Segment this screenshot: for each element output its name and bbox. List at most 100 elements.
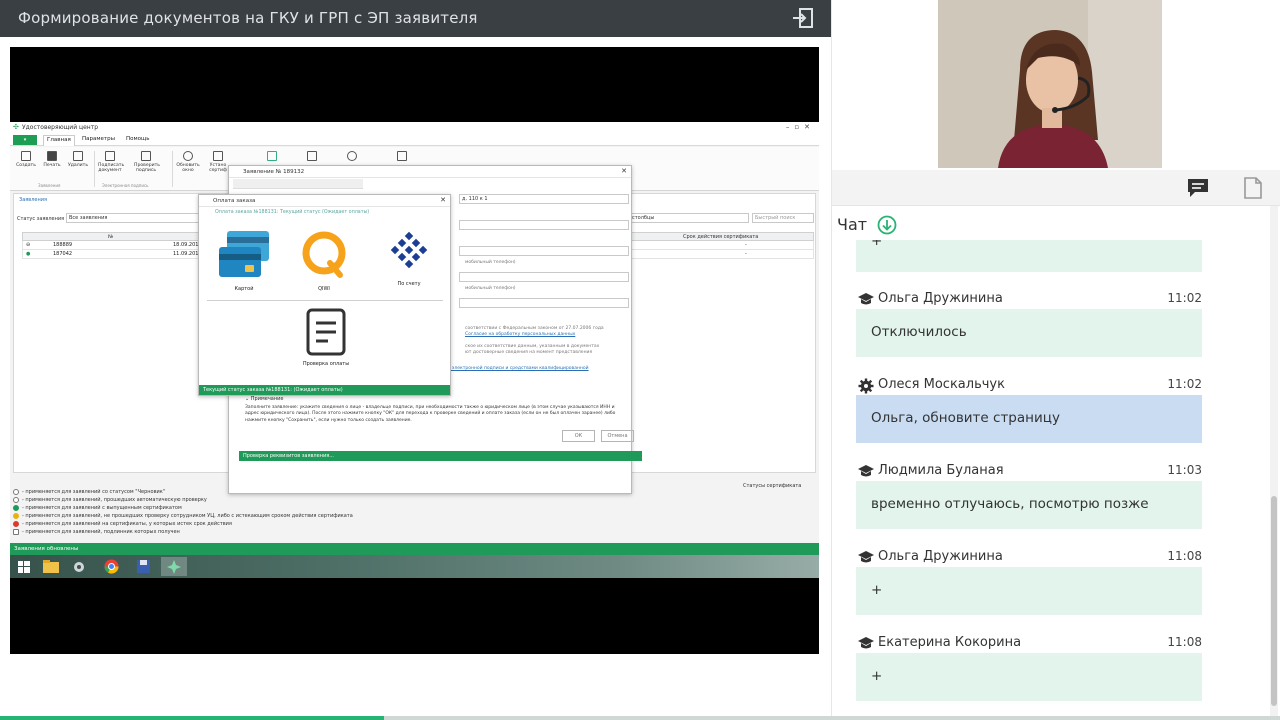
phone-field (459, 298, 629, 308)
message-header: Ольга Дружинина 11:08 (858, 549, 1202, 567)
arrow-down-circle-icon (877, 215, 897, 235)
app-menu-button: ▾ (13, 135, 37, 145)
document-icon (21, 151, 31, 161)
receipt-icon (306, 308, 346, 356)
windows-start-icon (11, 557, 37, 576)
printer-icon (47, 151, 57, 161)
columns-button: столбцы (629, 213, 749, 223)
note-text: Заполните заявление: укажите сведения о … (245, 405, 616, 423)
chat-scrollbar[interactable] (1270, 206, 1278, 720)
ribbon-print: Печать (40, 151, 64, 168)
credit-card-icon (219, 231, 269, 277)
chrome-icon (98, 557, 124, 576)
status-legend: - применяется для заявлений со статусом … (13, 488, 653, 536)
playback-progress[interactable] (0, 716, 1280, 720)
message-text: временно отлучаюсь, посмотрю позже (856, 481, 1202, 529)
close-icon: ✕ (440, 196, 446, 204)
request-dialog-header: Заявление № 189132 ✕ (229, 166, 631, 178)
pay-by-qiwi: QIWI (295, 229, 353, 292)
ribbon-webcam (340, 151, 364, 163)
tab-main: Главная (43, 135, 75, 146)
webcam-icon (347, 151, 357, 161)
app-status-strip: Заявления обновлены (10, 543, 819, 555)
draft-icon (13, 489, 19, 495)
chat-scroll-down-button[interactable] (877, 215, 897, 235)
message-text: Ольга, обновите страницу (856, 395, 1202, 443)
windows-taskbar (10, 555, 819, 578)
webinar-title: Формирование документов на ГКУ и ГРП с Э… (18, 9, 478, 27)
chat-scrollbar-thumb[interactable] (1271, 496, 1277, 706)
doc-text: ское их соответствие данным, указанным в… (465, 344, 600, 349)
chat-title: Чат (837, 215, 868, 234)
message-header: Олеся Москальчук 11:02 (858, 377, 1202, 395)
save-app-icon (130, 557, 156, 576)
graduation-cap-icon (858, 465, 874, 477)
cancel-button: Отмена (601, 430, 634, 442)
video-player[interactable]: ✣ Удостоверяющий центр –▫✕ ▾ Главная Пар… (10, 47, 819, 654)
monitor-icon (213, 151, 223, 161)
playback-progress-fill (0, 716, 384, 720)
message-text: + (856, 567, 1202, 615)
message-text: + (856, 240, 1202, 272)
message-header: Ольга Дружинина 11:02 (858, 291, 1202, 309)
message-author: Людмила Буланая (878, 463, 1004, 478)
close-icon: ✕ (621, 167, 627, 175)
ribbon-calendar (390, 151, 414, 163)
ribbon-sign-doc: Подписать документ (98, 151, 124, 173)
chat-messages[interactable]: + Ольга Дружинина 11:02 Отключилось Олес… (832, 240, 1268, 720)
message-author: Олеся Москальчук (878, 377, 1005, 392)
chat-message: + (856, 240, 1202, 272)
message-author: Ольга Дружинина (878, 549, 1003, 564)
document-icon (1244, 177, 1262, 199)
chat-toolbar (832, 170, 1280, 206)
chat-message: Ольга Дружинина 11:02 Отключилось (856, 291, 1202, 359)
webinar-page: Формирование документов на ГКУ и ГРП с Э… (0, 0, 1280, 720)
app-window-title: Удостоверяющий центр (22, 124, 98, 131)
chat-tab-button[interactable] (1186, 176, 1210, 200)
address-field: д. 110 к 1 (459, 194, 629, 204)
message-time: 11:08 (1167, 635, 1202, 649)
exit-button[interactable] (788, 5, 818, 31)
chat-message: Ольга Дружинина 11:08 + (856, 549, 1202, 617)
chat-message: Олеся Москальчук 11:02 Ольга, обновите с… (856, 377, 1202, 445)
consent-text: соответствии с Федеральным законом от 27… (465, 326, 604, 331)
message-time: 11:08 (1167, 549, 1202, 563)
tab-help: Помощь (126, 136, 150, 142)
text-field (459, 220, 629, 230)
ribbon-install-cert: Устано сертиф (206, 151, 230, 173)
row-status-icon: ● (26, 251, 31, 257)
top-bar: Формирование документов на ГКУ и ГРП с Э… (0, 0, 831, 37)
payment-status-bar: Текущий статус заказа №188131: (Ожидает … (199, 385, 450, 395)
chat-message: Екатерина Кокорина 11:08 + (856, 635, 1202, 703)
issued-icon (13, 505, 19, 511)
ok-button: ОК (562, 430, 595, 442)
message-time: 11:02 (1167, 291, 1202, 305)
legend-item: - применяется для заявлений, подлинник к… (13, 528, 653, 536)
request-status-bar: Проверка реквизитов заявления... (239, 451, 642, 461)
delete-document-icon (73, 151, 83, 161)
ribbon-group-requests: Заявления (38, 183, 61, 188)
ribbon-create: Создать (14, 151, 38, 168)
payment-dialog-header: Оплата заказа ✕ (199, 195, 450, 207)
presenter-video[interactable] (938, 0, 1162, 168)
message-text: Отключилось (856, 309, 1202, 357)
qiwi-icon (302, 231, 346, 278)
files-tab-button[interactable] (1241, 176, 1265, 200)
text-field (459, 246, 629, 256)
note-title: ⌄ Примечание (245, 396, 284, 402)
check-icon (141, 151, 151, 161)
row-status-icon: ⊖ (26, 242, 31, 248)
quick-search: Быстрый поиск (752, 213, 814, 223)
sign-icon (105, 151, 115, 161)
ribbon-check-sign: Проверить подпись (134, 151, 160, 173)
message-time: 11:03 (1167, 463, 1202, 477)
graduation-cap-icon (858, 551, 874, 563)
explorer-icon (38, 557, 64, 576)
chat-icon (1188, 179, 1208, 197)
window-controls: –▫✕ (785, 123, 815, 131)
ribbon-lock (260, 151, 284, 163)
check-payment: Проверка оплаты (291, 308, 361, 367)
lock-icon (267, 151, 277, 161)
message-author: Екатерина Кокорина (878, 635, 1022, 650)
message-author: Ольга Дружинина (878, 291, 1003, 306)
